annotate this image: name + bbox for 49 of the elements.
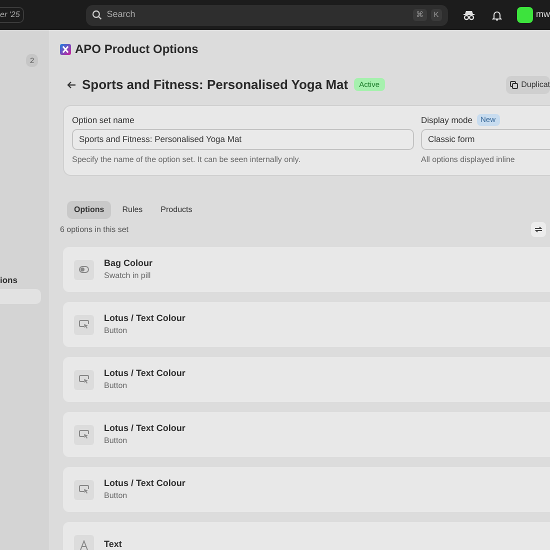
field-label: Display mode <box>421 114 472 126</box>
option-card[interactable]: Lotus / Text Colour Button <box>63 412 550 457</box>
help-text: All options displayed inline <box>421 154 516 166</box>
cursor-box-icon <box>74 480 94 500</box>
name-field[interactable]: Sports and Fitness: Personalised Yoga Mat <box>72 129 414 150</box>
option-type: Swatch in pill <box>104 270 152 282</box>
options-count: 6 options in this set <box>60 224 128 236</box>
option-type: Button <box>104 325 128 338</box>
sync-button[interactable] <box>531 222 546 237</box>
option-card[interactable]: Lotus / Text Colour Button <box>63 357 550 402</box>
sync-icon <box>534 225 543 234</box>
option-title: Lotus / Text Colour <box>104 476 186 490</box>
tab[interactable]: Options <box>67 201 112 219</box>
display-mode-field[interactable]: Classic form <box>421 129 550 150</box>
toggle-icon <box>74 260 94 280</box>
nav-item[interactable]: ions <box>0 274 18 287</box>
page-title: Sports and Fitness: Personalised Yoga Mat <box>82 76 348 94</box>
app-logo-icon <box>60 44 71 54</box>
cursor-box-icon <box>74 424 94 444</box>
option-title: Lotus / Text Colour <box>104 422 186 435</box>
search-field[interactable]: Search <box>106 8 408 22</box>
back-arrow-icon[interactable] <box>67 80 76 89</box>
duplicate-button[interactable]: Duplicat <box>506 76 550 94</box>
cursor-box-icon <box>74 370 94 390</box>
option-title: Text <box>104 538 122 550</box>
option-card[interactable]: Text <box>63 522 550 550</box>
bell-icon[interactable] <box>492 10 502 20</box>
app-title: APO Product Options <box>75 41 198 58</box>
spy-icon[interactable] <box>463 10 475 20</box>
option-card[interactable]: Lotus / Text Colour Button <box>63 302 550 347</box>
option-title: Lotus / Text Colour <box>104 312 186 325</box>
avatar-icon[interactable] <box>517 7 533 23</box>
cursor-box-icon <box>74 314 94 334</box>
option-type: Button <box>104 380 128 392</box>
option-type: Button <box>104 490 128 502</box>
copy-icon <box>510 80 518 89</box>
letter-icon <box>74 534 94 550</box>
tab[interactable]: Rules <box>115 201 150 219</box>
help-text: Specify the name of the option set. It can be seen internally only. <box>72 154 302 166</box>
option-type: Button <box>104 435 128 448</box>
option-title: Bag Colour <box>104 256 152 270</box>
option-title: Lotus / Text Colour <box>104 366 186 380</box>
field-label: Option set name <box>72 114 134 126</box>
tab[interactable]: Products <box>154 201 200 219</box>
search-icon <box>92 10 102 20</box>
option-card[interactable]: Bag Colour Swatch in pill <box>63 247 550 292</box>
option-card[interactable]: Lotus / Text Colour Button <box>63 467 550 512</box>
user-initials[interactable]: mw <box>536 8 550 22</box>
workspace-label[interactable]: er '25 <box>0 7 24 23</box>
